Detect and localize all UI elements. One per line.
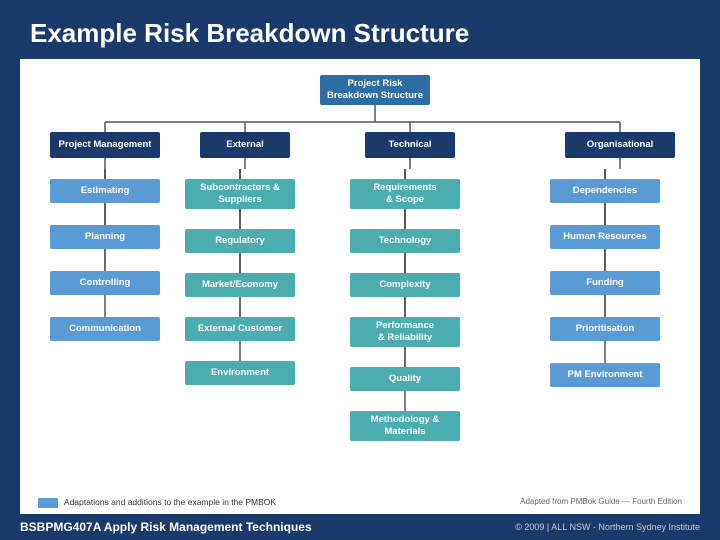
- node: Communication: [50, 317, 160, 341]
- footer-right: © 2009 | ALL NSW - Northern Sydney Insti…: [515, 522, 700, 532]
- node: Technology: [350, 229, 460, 253]
- node: Complexity: [350, 273, 460, 297]
- node: Requirements& Scope: [350, 179, 460, 209]
- node: Quality: [350, 367, 460, 391]
- content-area: Project RiskBreakdown Structure Project M…: [20, 59, 700, 514]
- node: Estimating: [50, 179, 160, 203]
- node: Prioritisation: [550, 317, 660, 341]
- legend-box: [38, 498, 58, 508]
- diagram-wrapper: Project RiskBreakdown Structure Project M…: [30, 67, 710, 493]
- node: Project Management: [50, 132, 160, 158]
- page: Example Risk Breakdown Structure Project…: [0, 0, 720, 540]
- node: Funding: [550, 271, 660, 295]
- node: Dependencies: [550, 179, 660, 203]
- node: Planning: [50, 225, 160, 249]
- node: Human Resources: [550, 225, 660, 249]
- node: Performance& Reliability: [350, 317, 460, 347]
- node: Regulatory: [185, 229, 295, 253]
- node: Subcontractors &Suppliers: [185, 179, 295, 209]
- node: Methodology &Materials: [350, 411, 460, 441]
- node: PM Environment: [550, 363, 660, 387]
- node: Environment: [185, 361, 295, 385]
- title-bar: Example Risk Breakdown Structure: [0, 0, 720, 59]
- legend-area: Adaptations and additions to the example…: [38, 497, 276, 508]
- node: External: [200, 132, 290, 158]
- node: Organisational: [565, 132, 675, 158]
- legend-note: Adaptations and additions to the example…: [64, 497, 276, 507]
- adapted-note: Adapted from PMBok Guide — Fourth Editio…: [520, 497, 682, 506]
- page-title: Example Risk Breakdown Structure: [30, 18, 690, 49]
- node: Technical: [365, 132, 455, 158]
- node: Controlling: [50, 271, 160, 295]
- node: External Customer: [185, 317, 295, 341]
- footer: BSBPMG407A Apply Risk Management Techniq…: [0, 514, 720, 540]
- node: Project RiskBreakdown Structure: [320, 75, 430, 105]
- node: Market/Economy: [185, 273, 295, 297]
- footer-left: BSBPMG407A Apply Risk Management Techniq…: [20, 520, 312, 534]
- bottom-row: Adaptations and additions to the example…: [30, 493, 690, 510]
